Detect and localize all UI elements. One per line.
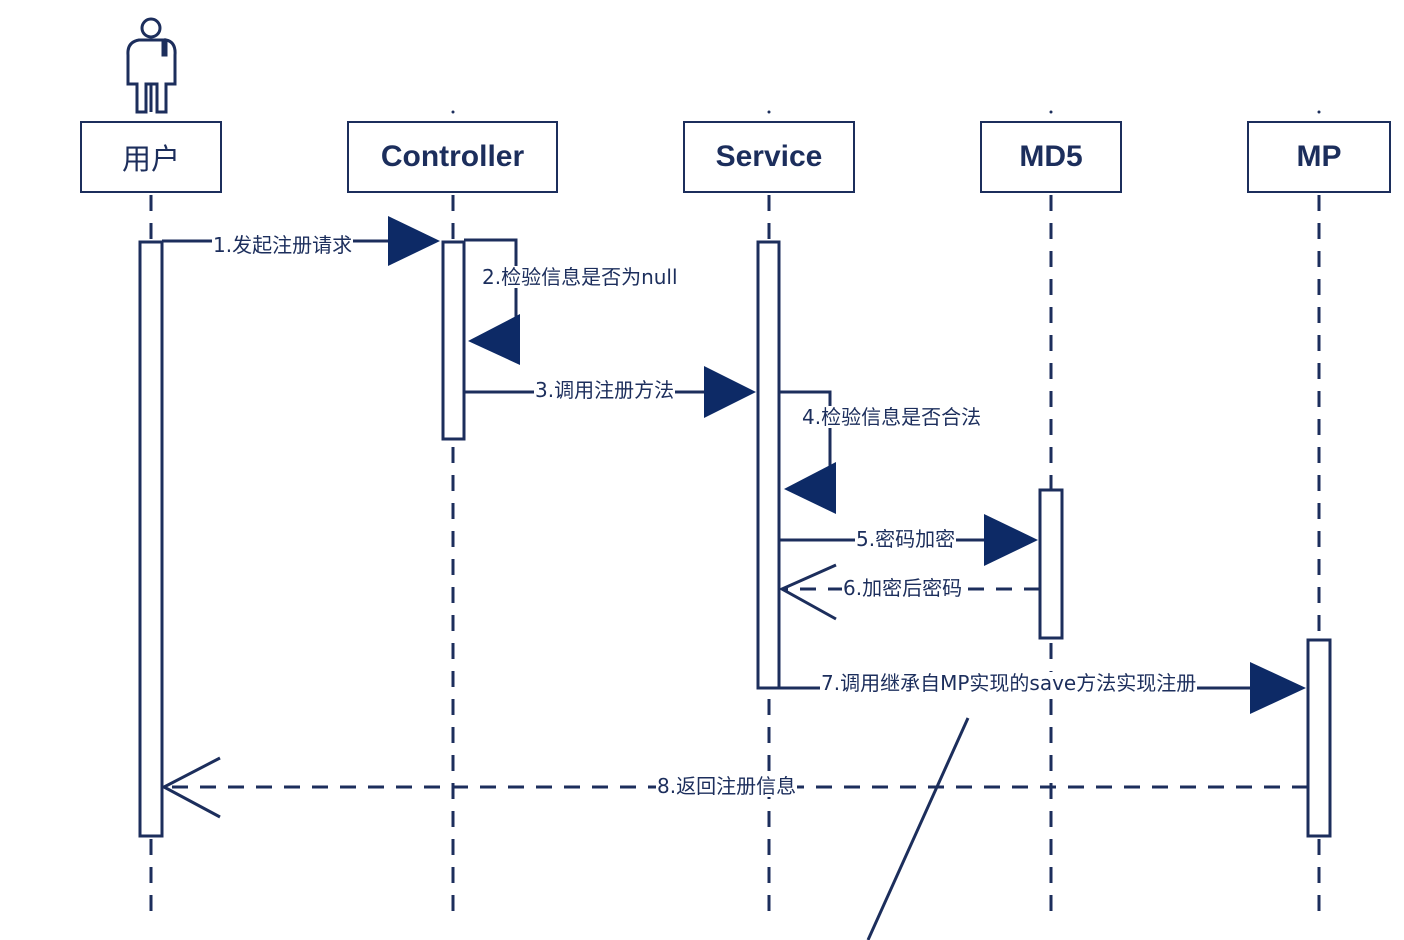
message-label-4: 4.检验信息是否合法 [801,405,983,429]
activation-controller [441,240,466,441]
activation-mp [1306,638,1332,838]
participant-controller: Controller [347,121,558,193]
sketch-stroke [866,717,970,940]
message-arrow-2 [464,238,520,365]
message-label-7: 7.调用继承自MP实现的save方法实现注册 [820,671,1198,695]
message-label-3: 3.调用注册方法 [534,378,676,402]
participant-service: Service [683,121,855,193]
participant-md5: MD5 [980,121,1122,193]
message-label-2: 2.检验信息是否为null [481,265,679,289]
message-label-1: 1.发起注册请求 [212,233,354,257]
participant-mp: MP [1247,121,1391,193]
activation-user [138,240,164,838]
message-label-6: 6.加密后密码 [842,576,964,600]
actor-icon [126,17,177,114]
message-label-8: 8.返回注册信息 [656,774,798,798]
activation-service [756,240,781,690]
activation-md5 [1038,488,1064,640]
message-label-5: 5.密码加密 [855,527,957,551]
participant-user: 用户 [80,121,222,193]
